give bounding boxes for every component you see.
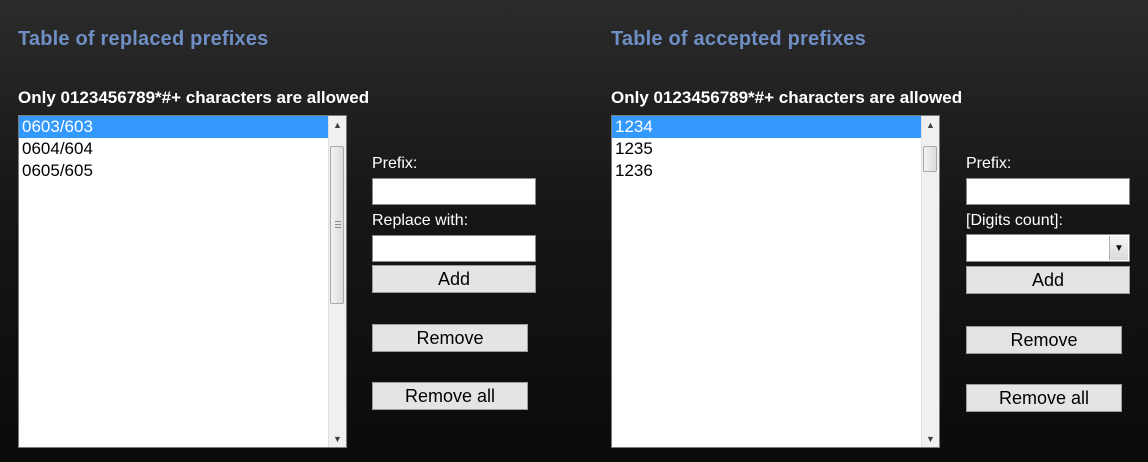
scroll-up-arrow-icon[interactable]: ▲ [922, 116, 939, 133]
add-button[interactable]: Add [372, 265, 536, 293]
replace-with-input[interactable] [372, 235, 536, 262]
remove-button[interactable]: Remove [966, 326, 1122, 354]
accepted-list-scrollbar[interactable]: ▲ ▼ [921, 116, 939, 447]
replace-with-label: Replace with: [372, 212, 469, 229]
chevron-down-icon[interactable]: ▼ [1109, 236, 1128, 260]
digits-count-label: [Digits count]: [966, 212, 1063, 229]
list-item[interactable]: 1235 [612, 138, 921, 160]
remove-all-button[interactable]: Remove all [966, 384, 1122, 412]
replaced-list-scrollbar[interactable]: ▲ ▼ [328, 116, 346, 447]
prefix-input[interactable] [372, 178, 536, 205]
accepted-prefixes-list[interactable]: 1234 1235 1236 ▲ ▼ [611, 115, 940, 448]
replaced-prefixes-hint: Only 0123456789*#+ characters are allowe… [18, 88, 370, 107]
digits-count-select[interactable]: ▼ [966, 234, 1130, 262]
remove-button[interactable]: Remove [372, 324, 528, 352]
accepted-prefix-input[interactable] [966, 178, 1130, 205]
accepted-prefixes-hint: Only 0123456789*#+ characters are allowe… [611, 88, 963, 107]
add-button[interactable]: Add [966, 266, 1130, 294]
scroll-up-arrow-icon[interactable]: ▲ [329, 116, 346, 133]
accepted-prefixes-title: Table of accepted prefixes [611, 28, 866, 50]
scroll-down-arrow-icon[interactable]: ▼ [329, 430, 346, 447]
list-item[interactable]: 1236 [612, 160, 921, 182]
remove-all-button[interactable]: Remove all [372, 382, 528, 410]
list-item[interactable]: 0603/603 [19, 116, 328, 138]
list-item[interactable]: 0604/604 [19, 138, 328, 160]
scroll-thumb[interactable] [330, 146, 344, 304]
prefix-label: Prefix: [966, 155, 1012, 172]
prefix-label: Prefix: [372, 155, 418, 172]
list-item[interactable]: 0605/605 [19, 160, 328, 182]
replaced-prefixes-title: Table of replaced prefixes [18, 28, 269, 50]
replaced-prefixes-list[interactable]: 0603/603 0604/604 0605/605 ▲ ▼ [18, 115, 347, 448]
scroll-thumb[interactable] [923, 146, 937, 172]
scroll-down-arrow-icon[interactable]: ▼ [922, 430, 939, 447]
list-item[interactable]: 1234 [612, 116, 921, 138]
